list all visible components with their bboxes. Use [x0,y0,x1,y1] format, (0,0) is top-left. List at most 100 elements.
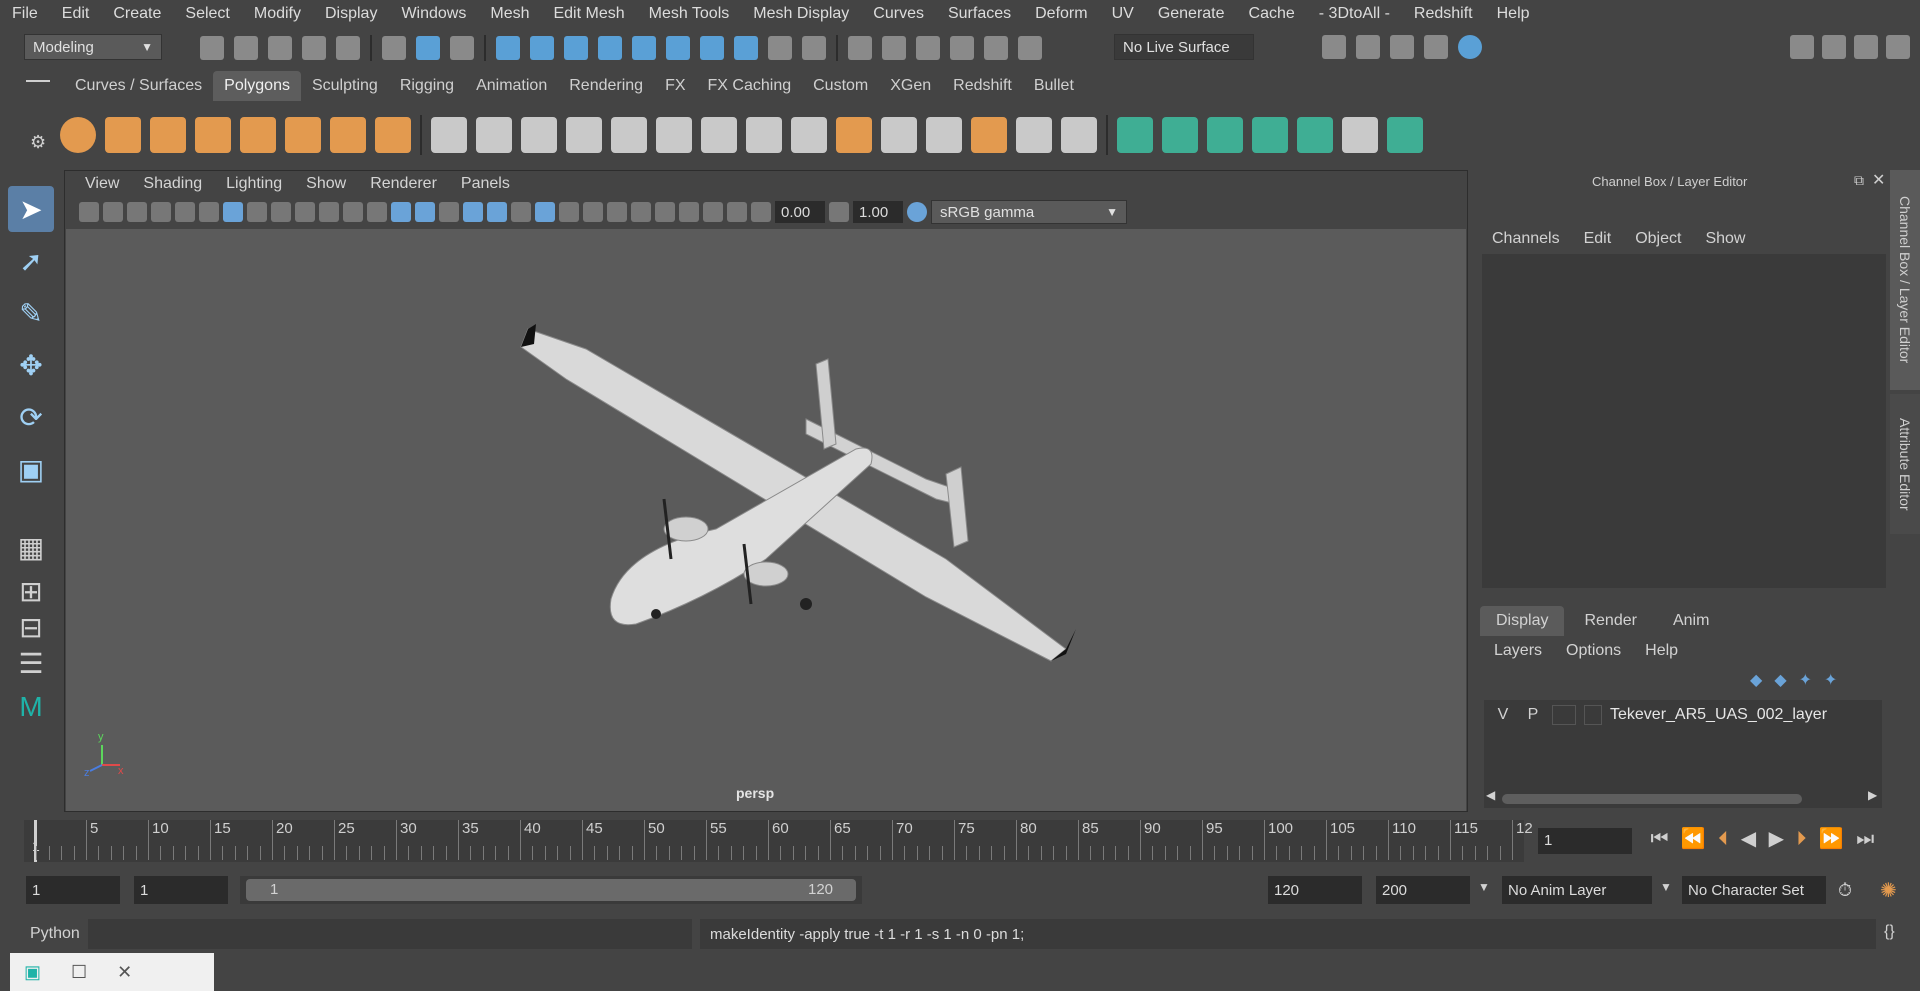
menu-redshift[interactable]: Redshift [1402,5,1485,23]
safe-action-icon[interactable] [343,202,363,222]
step-forward-icon[interactable]: ⏩ [1819,828,1844,850]
layout-two-icon[interactable]: ⊞ [8,576,54,607]
vp-menu-show[interactable]: Show [294,175,358,193]
layer-type-toggle[interactable] [1552,705,1576,725]
attribute-editor-icon[interactable] [1854,35,1878,59]
command-input[interactable] [88,919,692,949]
menu-select[interactable]: Select [173,5,241,23]
undo-icon[interactable] [302,36,326,60]
range-slider[interactable]: 1 120 [240,876,862,904]
grease-pencil-icon[interactable] [199,202,219,222]
time-slider[interactable]: 1 51015202530354045505560657075808590951… [24,820,1533,862]
menu-edit-channels[interactable]: Edit [1584,230,1612,248]
tab-custom[interactable]: Custom [802,71,879,101]
checker-icon[interactable] [1342,117,1378,153]
layer-row[interactable]: V P Tekever_AR5_UAS_002_layer [1484,702,1882,728]
poly-plane-icon[interactable] [240,117,276,153]
tab-fx-caching[interactable]: FX Caching [697,71,803,101]
script-editor-icon[interactable]: {} [1884,923,1895,941]
tab-curves-surfaces[interactable]: Curves / Surfaces [64,71,213,101]
scene-end-field[interactable]: 200 [1376,876,1470,904]
float-panel-icon[interactable]: ⧉ [1854,172,1864,189]
menu-edit[interactable]: Edit [50,5,102,23]
layer-name[interactable]: Tekever_AR5_UAS_002_layer [1610,706,1827,724]
xray-joints-icon[interactable] [703,202,723,222]
field-chart-icon[interactable] [319,202,339,222]
maya-window-icon[interactable]: ▣ [24,962,41,983]
command-language-label[interactable]: Python [30,925,80,943]
render-frame-icon[interactable] [1356,35,1380,59]
paint-select-icon[interactable] [950,36,974,60]
camera-icon[interactable] [79,202,99,222]
side-tab-channel-box[interactable]: Channel Box / Layer Editor [1890,170,1920,390]
color-space-dropdown[interactable]: sRGB gamma ▼ [931,200,1127,224]
tab-render[interactable]: Render [1568,606,1652,636]
poly-torus-icon[interactable] [285,117,321,153]
menu-file[interactable]: File [0,5,50,23]
magnet-icon[interactable] [802,36,826,60]
tab-fx[interactable]: FX [654,71,696,101]
outliner-icon[interactable] [1822,35,1846,59]
scale-tool-icon[interactable]: ▣ [8,446,54,492]
new-layer-selected-icon[interactable]: ✦ [1824,670,1837,690]
layout-four-icon[interactable]: ⊟ [8,612,54,643]
tab-display[interactable]: Display [1480,606,1565,636]
vp-menu-renderer[interactable]: Renderer [358,175,449,193]
poly-cube-icon[interactable] [105,117,141,153]
hypershade-icon[interactable] [1458,35,1482,59]
current-frame-field[interactable]: 1 [1538,827,1632,854]
vp-menu-panels[interactable]: Panels [449,175,522,193]
open-scene-icon[interactable] [234,36,258,60]
menu-help-layers[interactable]: Help [1645,642,1678,660]
poly-pipe-icon[interactable] [375,117,411,153]
menu-channels[interactable]: Channels [1492,230,1560,248]
select-object-icon[interactable] [416,36,440,60]
append-icon[interactable] [791,117,827,153]
separate-icon[interactable] [476,117,512,153]
isolate-select-icon[interactable] [655,202,675,222]
vp-menu-shading[interactable]: Shading [131,175,214,193]
planar-uv-icon[interactable] [1117,117,1153,153]
vp-menu-lighting[interactable]: Lighting [214,175,294,193]
auto-uv-icon[interactable] [1252,117,1288,153]
target-weld-icon[interactable] [971,117,1007,153]
menu-cache[interactable]: Cache [1237,5,1307,23]
tab-bullet[interactable]: Bullet [1023,71,1085,101]
wireframe-icon[interactable] [391,202,411,222]
multi-cut-icon[interactable] [881,117,917,153]
reflection-icon[interactable] [984,36,1008,60]
range-slider-handle[interactable] [246,879,856,901]
menu-curves[interactable]: Curves [861,5,936,23]
wireframe-on-shaded-icon[interactable] [463,202,483,222]
screen-space-ao-icon[interactable] [559,202,579,222]
menu-deform[interactable]: Deform [1023,5,1099,23]
lights-icon[interactable] [511,202,531,222]
menu-create[interactable]: Create [101,5,173,23]
tab-polygons[interactable]: Polygons [213,71,301,101]
spherical-uv-icon[interactable] [1207,117,1243,153]
cylindrical-uv-icon[interactable] [1162,117,1198,153]
xray-components-icon[interactable] [727,202,747,222]
tab-redshift[interactable]: Redshift [942,71,1023,101]
select-component-icon[interactable] [450,36,474,60]
lock-icon[interactable] [768,36,792,60]
unfold-icon[interactable] [1387,117,1423,153]
step-back-icon[interactable]: ⏪ [1681,828,1706,850]
lasso-icon[interactable] [916,36,940,60]
menu-generate[interactable]: Generate [1146,5,1237,23]
menu-mesh[interactable]: Mesh [478,5,541,23]
default-material-icon[interactable] [439,202,459,222]
safe-title-icon[interactable] [367,202,387,222]
chevron-down-icon[interactable]: ▼ [1660,880,1672,894]
exposure-icon[interactable] [751,202,771,222]
menu-uv[interactable]: UV [1100,5,1146,23]
lasso-tool-icon[interactable]: ➚ [8,238,54,284]
character-set-field[interactable]: No Character Set [1682,876,1826,904]
bookmark-icon[interactable] [127,202,147,222]
playback-end-field[interactable]: 120 [1268,876,1362,904]
poly-cone-icon[interactable] [195,117,231,153]
menu-object[interactable]: Object [1635,230,1681,248]
mode-dropdown[interactable]: Modeling ▼ [24,34,162,60]
help-icon[interactable] [734,36,758,60]
render-settings-icon[interactable] [1424,35,1448,59]
